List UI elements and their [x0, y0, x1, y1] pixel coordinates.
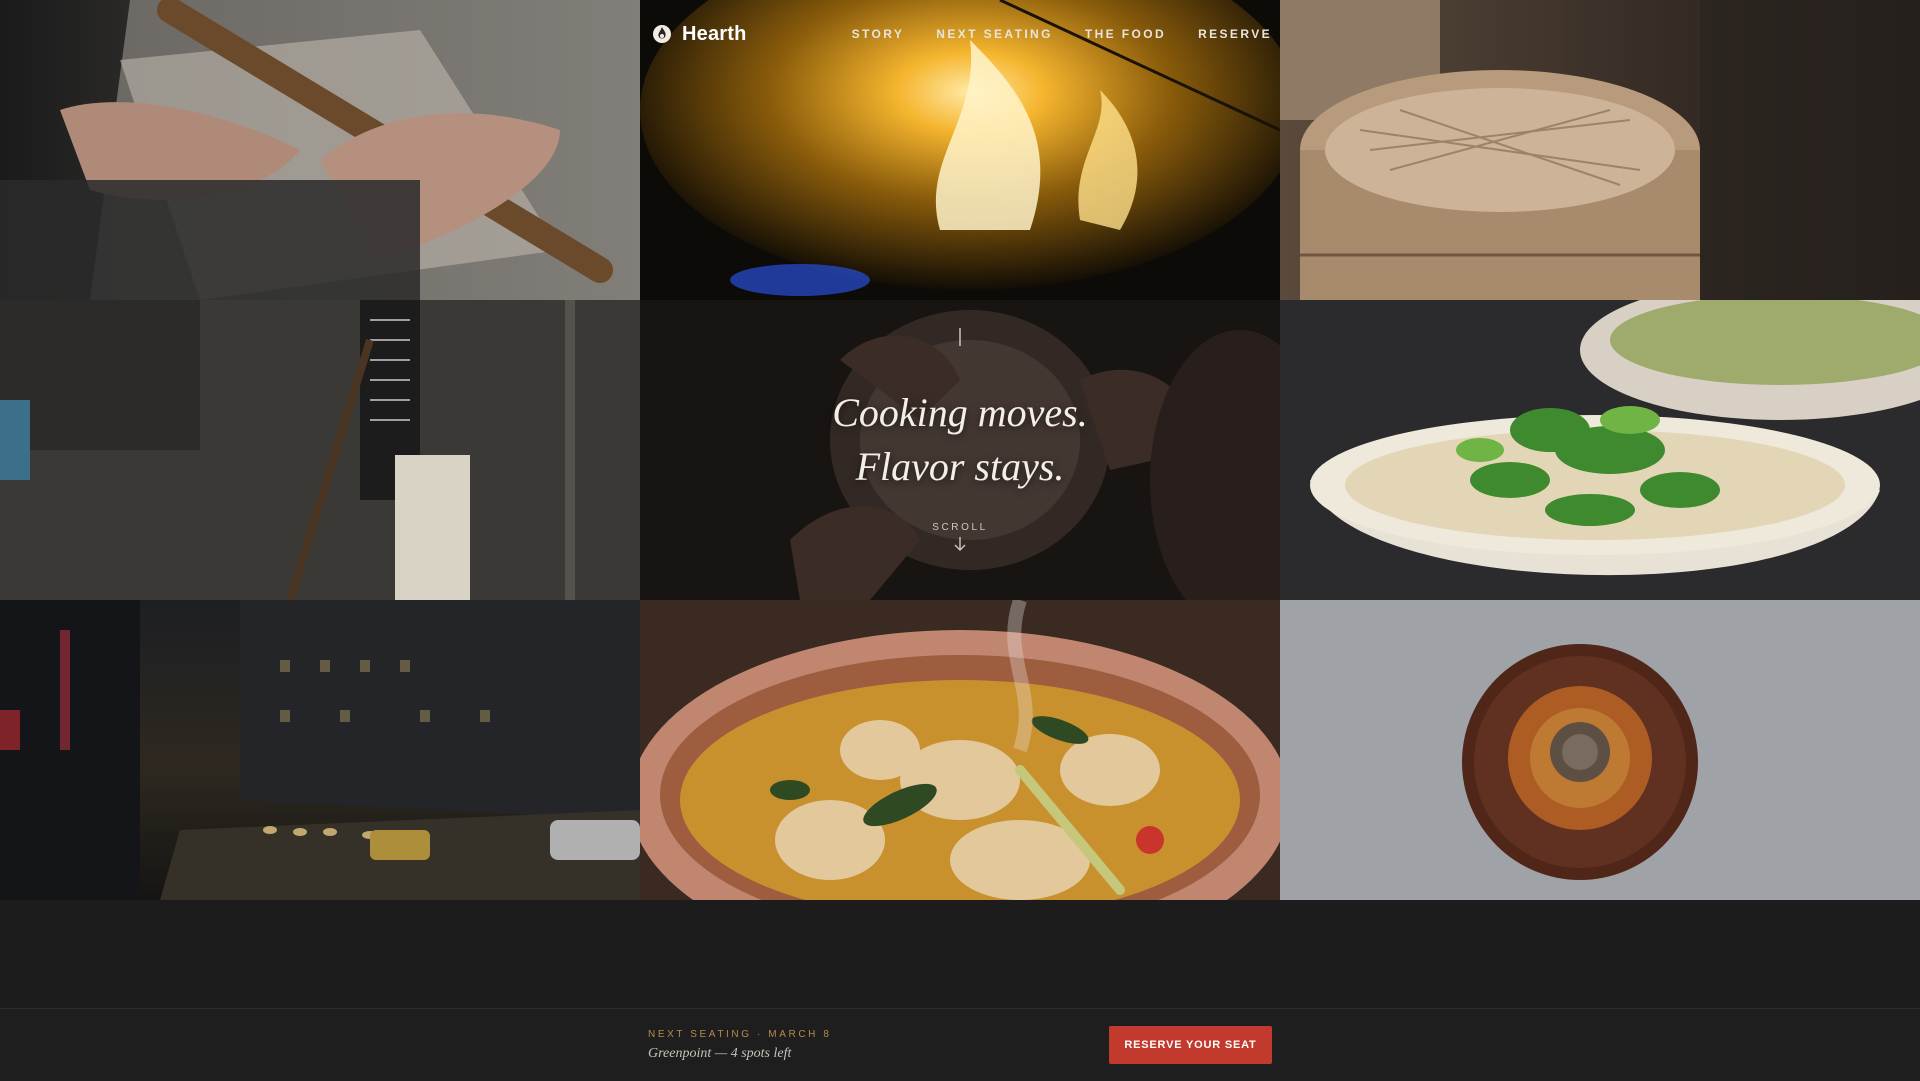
- nav-link-next-seating[interactable]: NEXT SEATING: [936, 27, 1053, 41]
- reserve-seat-button[interactable]: RESERVE YOUR SEAT: [1109, 1026, 1272, 1064]
- next-seating-bar: NEXT SEATING · MARCH 8 Greenpoint — 4 sp…: [0, 1008, 1920, 1081]
- photo-city-street-night: [0, 600, 640, 900]
- arrow-down-icon: [954, 537, 966, 551]
- hero: Cooking moves. Flavor stays. SCROLL: [640, 300, 1280, 600]
- photo-hands-rolling-dough: [0, 0, 640, 300]
- next-seating-label: NEXT SEATING · MARCH 8: [648, 1029, 832, 1040]
- next-seating-info: NEXT SEATING · MARCH 8 Greenpoint — 4 sp…: [648, 1029, 832, 1062]
- brand[interactable]: Hearth: [652, 23, 747, 46]
- photo-street-menu-board: [0, 300, 640, 600]
- scroll-label: SCROLL: [932, 522, 988, 533]
- nav-link-reserve[interactable]: RESERVE: [1198, 27, 1272, 41]
- photo-noodle-bowl: [1280, 300, 1920, 600]
- nav-link-the-food[interactable]: THE FOOD: [1085, 27, 1166, 41]
- top-navigation: Hearth STORY NEXT SEATING THE FOOD RESER…: [640, 0, 1280, 68]
- scroll-indicator[interactable]: SCROLL: [932, 522, 988, 552]
- photo-bamboo-steamers: [1280, 0, 1920, 300]
- nav-links: STORY NEXT SEATING THE FOOD RESERVE: [852, 27, 1272, 41]
- next-seating-detail: Greenpoint — 4 spots left: [648, 1046, 792, 1061]
- hero-divider: [959, 328, 961, 346]
- photo-wooden-bowl: [1280, 600, 1920, 900]
- hero-headline-line-2: Flavor stays.: [855, 444, 1065, 489]
- brand-name: Hearth: [682, 22, 747, 45]
- hero-headline-line-1: Cooking moves.: [832, 390, 1088, 435]
- photo-clay-pot-curry: [640, 600, 1280, 900]
- nav-link-story[interactable]: STORY: [852, 27, 905, 41]
- hearth-logo-icon: [653, 25, 671, 43]
